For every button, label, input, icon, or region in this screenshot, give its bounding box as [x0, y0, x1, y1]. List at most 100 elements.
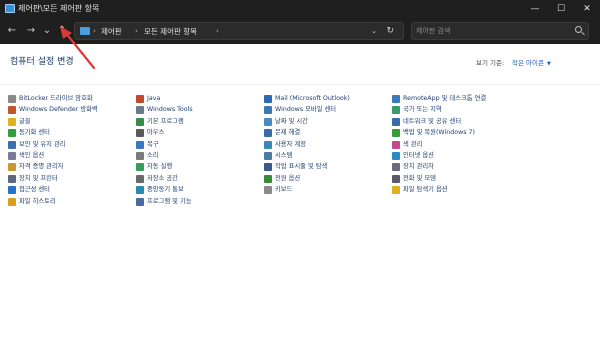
- address-dropdown-chevron-icon[interactable]: ⌄: [371, 26, 377, 37]
- control-panel-item[interactable]: 저장소 공간: [136, 173, 262, 184]
- control-panel-item-label[interactable]: 중앙동기 통보: [147, 184, 184, 195]
- control-panel-item[interactable]: 파일 히스토리: [8, 196, 134, 207]
- control-panel-item-label[interactable]: 작업 표시줄 및 탐색: [275, 161, 327, 172]
- control-panel-item[interactable]: 색 관리: [392, 139, 518, 150]
- control-panel-item-label[interactable]: 접근성 센터: [19, 184, 50, 195]
- search-box[interactable]: [411, 22, 589, 40]
- control-panel-item[interactable]: BitLocker 드라이브 암호화: [8, 93, 134, 104]
- control-panel-item-label[interactable]: 전화 및 모뎀: [403, 173, 436, 184]
- view-by-dropdown[interactable]: 작은 아이콘 ▼: [512, 58, 551, 69]
- control-panel-item[interactable]: 장치 관리자: [392, 161, 518, 172]
- minimize-button[interactable]: —: [522, 0, 548, 18]
- control-panel-item[interactable]: 소리: [136, 150, 262, 161]
- control-panel-item[interactable]: Mail (Microsoft Outlook): [264, 93, 390, 104]
- control-panel-item[interactable]: 날짜 및 시간: [264, 116, 390, 127]
- breadcrumb-control-panel[interactable]: 제어판: [101, 26, 122, 37]
- control-panel-item-label[interactable]: 자격 증명 관리자: [19, 161, 64, 172]
- control-panel-item-label[interactable]: 색인 옵션: [19, 150, 44, 161]
- control-panel-item-label[interactable]: 사용자 계정: [275, 139, 306, 150]
- control-panel-item-label[interactable]: 프로그램 및 기능: [147, 196, 192, 207]
- control-panel-item[interactable]: 접근성 센터: [8, 184, 134, 195]
- control-panel-item[interactable]: 인터넷 옵션: [392, 150, 518, 161]
- control-panel-item[interactable]: 전화 및 모뎀: [392, 173, 518, 184]
- control-panel-item-label[interactable]: 자동 실행: [147, 161, 172, 172]
- control-panel-item[interactable]: Windows 모바일 센터: [264, 104, 390, 115]
- close-button[interactable]: ✕: [574, 0, 600, 18]
- control-panel-item-label[interactable]: 문제 해결: [275, 127, 300, 138]
- bitlocker-icon: [8, 95, 16, 103]
- phone-modem-icon: [392, 174, 400, 183]
- control-panel-item[interactable]: 시스템: [264, 150, 390, 161]
- control-panel-item-label[interactable]: 장치 관리자: [403, 161, 434, 172]
- control-panel-item-label[interactable]: 전원 옵션: [275, 173, 300, 184]
- control-panel-item-label[interactable]: 네트워크 및 공유 센터: [403, 116, 461, 127]
- control-panel-item-label[interactable]: 장치 및 프린터: [19, 173, 58, 184]
- back-arrow-icon[interactable]: ←: [5, 24, 19, 38]
- control-panel-item[interactable]: 국가 또는 지역: [392, 104, 518, 115]
- refresh-icon[interactable]: ↻: [386, 25, 394, 37]
- chevron-down-icon[interactable]: ▼: [547, 61, 551, 67]
- control-panel-item-label[interactable]: 보안 및 유지 관리: [19, 139, 66, 150]
- devices-printers-icon: [8, 174, 16, 183]
- control-panel-item-label[interactable]: 동기화 센터: [19, 127, 50, 138]
- control-panel-item[interactable]: RemoteApp 및 데스크톱 연결: [392, 93, 518, 104]
- control-panel-item[interactable]: 보안 및 유지 관리: [8, 139, 134, 150]
- control-panel-item[interactable]: Windows Tools: [136, 104, 262, 115]
- control-panel-item[interactable]: 파일 탐색기 옵션: [392, 184, 518, 195]
- forward-arrow-icon[interactable]: →: [24, 24, 38, 38]
- control-panel-item-label[interactable]: 기본 프로그램: [147, 116, 184, 127]
- control-panel-item-label[interactable]: Windows Tools: [147, 104, 193, 115]
- mail-icon: [264, 95, 272, 103]
- control-panel-item-label[interactable]: 파일 히스토리: [19, 196, 56, 207]
- control-panel-item-label[interactable]: 백업 및 복원(Windows 7): [403, 127, 475, 138]
- control-panel-item-label[interactable]: 날짜 및 시간: [275, 116, 308, 127]
- control-panel-item-label[interactable]: BitLocker 드라이브 암호화: [19, 93, 93, 104]
- control-panel-item-label[interactable]: 복구: [147, 139, 159, 150]
- control-panel-item[interactable]: 자격 증명 관리자: [8, 161, 134, 172]
- control-panel-item[interactable]: Windows Defender 방화벽: [8, 104, 134, 115]
- control-panel-item-label[interactable]: 글꼴: [19, 116, 31, 127]
- control-panel-item-label[interactable]: 색 관리: [403, 139, 422, 150]
- control-panel-item[interactable]: 색인 옵션: [8, 150, 134, 161]
- control-panel-item-label[interactable]: Mail (Microsoft Outlook): [275, 93, 350, 104]
- breadcrumb-separator-icon[interactable]: ›: [216, 26, 219, 37]
- control-panel-item-label[interactable]: RemoteApp 및 데스크톱 연결: [403, 93, 486, 104]
- breadcrumb-all-items[interactable]: 모든 제어판 항목: [144, 26, 197, 37]
- view-by-value[interactable]: 작은 아이콘: [512, 59, 544, 67]
- control-panel-item-label[interactable]: 소리: [147, 150, 159, 161]
- control-panel-item[interactable]: 장치 및 프린터: [8, 173, 134, 184]
- search-input[interactable]: [416, 25, 566, 37]
- search-icon[interactable]: [575, 26, 582, 33]
- control-panel-item[interactable]: 동기화 센터: [8, 127, 134, 138]
- control-panel-item[interactable]: 백업 및 복원(Windows 7): [392, 127, 518, 138]
- recent-locations-chevron-icon[interactable]: ⌄: [40, 24, 54, 38]
- control-panel-item[interactable]: 사용자 계정: [264, 139, 390, 150]
- control-panel-item-label[interactable]: 마우스: [147, 127, 164, 138]
- control-panel-item-label[interactable]: 시스템: [275, 150, 292, 161]
- address-bar[interactable]: › 제어판 › 모든 제어판 항목 › ⌄ ↻: [74, 22, 404, 40]
- control-panel-item-label[interactable]: Windows Defender 방화벽: [19, 104, 98, 115]
- control-panel-item[interactable]: 자동 실행: [136, 161, 262, 172]
- breadcrumb-separator-icon[interactable]: ›: [135, 26, 138, 37]
- maximize-button[interactable]: ☐: [548, 0, 574, 18]
- control-panel-item-label[interactable]: 키보드: [275, 184, 292, 195]
- control-panel-item[interactable]: 중앙동기 통보: [136, 184, 262, 195]
- control-panel-item[interactable]: 마우스: [136, 127, 262, 138]
- control-panel-item[interactable]: 네트워크 및 공유 센터: [392, 116, 518, 127]
- sync-center-icon: [8, 129, 16, 138]
- control-panel-item[interactable]: 키보드: [264, 184, 390, 195]
- control-panel-item[interactable]: 글꼴: [8, 116, 134, 127]
- control-panel-item[interactable]: 전원 옵션: [264, 173, 390, 184]
- control-panel-item-label[interactable]: 인터넷 옵션: [403, 150, 434, 161]
- control-panel-item[interactable]: 기본 프로그램: [136, 116, 262, 127]
- control-panel-item[interactable]: Java: [136, 93, 262, 104]
- control-panel-item-label[interactable]: Windows 모바일 센터: [275, 104, 336, 115]
- control-panel-item-label[interactable]: 국가 또는 지역: [403, 104, 442, 115]
- control-panel-item-label[interactable]: 저장소 공간: [147, 173, 178, 184]
- control-panel-item[interactable]: 프로그램 및 기능: [136, 196, 262, 207]
- control-panel-item-label[interactable]: Java: [147, 93, 160, 104]
- control-panel-item-label[interactable]: 파일 탐색기 옵션: [403, 184, 448, 195]
- control-panel-item[interactable]: 문제 해결: [264, 127, 390, 138]
- control-panel-item[interactable]: 복구: [136, 139, 262, 150]
- control-panel-item[interactable]: 작업 표시줄 및 탐색: [264, 161, 390, 172]
